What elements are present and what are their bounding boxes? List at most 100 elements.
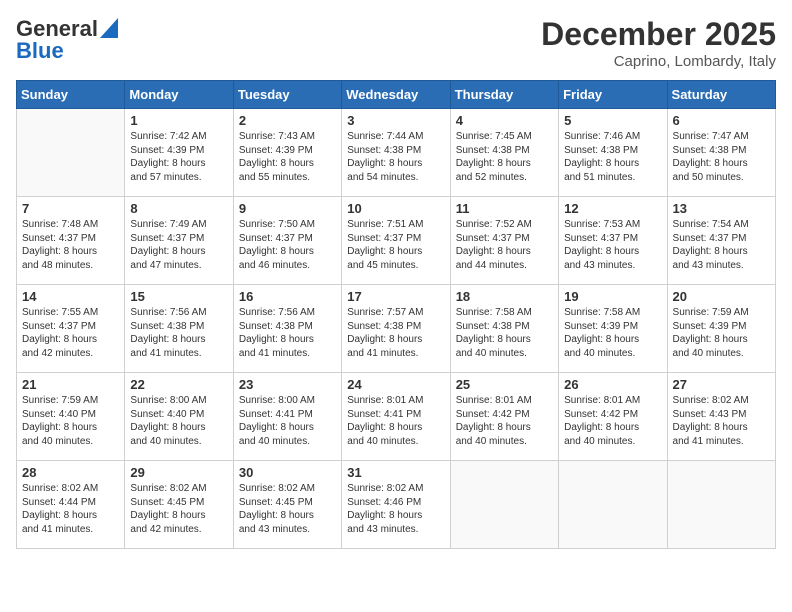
day-info: Sunrise: 7:57 AMSunset: 4:38 PMDaylight:… (347, 306, 444, 360)
page-header: General Blue December 2025 Caprino, Lomb… (16, 16, 776, 70)
calendar-cell: 1 Sunrise: 7:42 AMSunset: 4:39 PMDaylight… (125, 109, 233, 197)
day-info: Sunrise: 7:58 AMSunset: 4:39 PMDaylight:… (564, 306, 661, 360)
day-info: Sunrise: 7:47 AMSunset: 4:38 PMDaylight:… (673, 130, 770, 184)
calendar-cell: 25 Sunrise: 8:01 AMSunset: 4:42 PMDayligh… (450, 373, 558, 461)
calendar-cell: 23 Sunrise: 8:00 AMSunset: 4:41 PMDayligh… (233, 373, 341, 461)
calendar-week-row: 14Sunrise: 7:55 AMSunset: 4:37 PMDayligh… (17, 285, 776, 373)
calendar-header-thursday: Thursday (450, 81, 558, 109)
day-number: 10 (347, 201, 444, 216)
calendar-header-wednesday: Wednesday (342, 81, 450, 109)
calendar-week-row: 7 Sunrise: 7:48 AMSunset: 4:37 PMDaylight… (17, 197, 776, 285)
day-number: 7 (22, 201, 119, 216)
calendar-cell: 5Sunrise: 7:46 AMSunset: 4:38 PMDaylight… (559, 109, 667, 197)
day-number: 15 (130, 289, 227, 304)
day-info: Sunrise: 7:50 AMSunset: 4:37 PMDaylight:… (239, 218, 336, 272)
calendar-cell: 17Sunrise: 7:57 AMSunset: 4:38 PMDayligh… (342, 285, 450, 373)
day-info: Sunrise: 7:54 AMSunset: 4:37 PMDaylight:… (673, 218, 770, 272)
month-title: December 2025 (541, 16, 776, 53)
calendar-cell: 24 Sunrise: 8:01 AMSunset: 4:41 PMDayligh… (342, 373, 450, 461)
calendar-cell: 12 Sunrise: 7:53 AMSunset: 4:37 PMDayligh… (559, 197, 667, 285)
day-info: Sunrise: 7:53 AMSunset: 4:37 PMDaylight:… (564, 218, 661, 272)
day-info: Sunrise: 7:43 AMSunset: 4:39 PMDaylight:… (239, 130, 336, 184)
day-number: 11 (456, 201, 553, 216)
calendar-header-saturday: Saturday (667, 81, 775, 109)
day-number: 12 (564, 201, 661, 216)
day-number: 9 (239, 201, 336, 216)
calendar-cell: 28Sunrise: 8:02 AMSunset: 4:44 PMDayligh… (17, 461, 125, 549)
calendar-cell: 7 Sunrise: 7:48 AMSunset: 4:37 PMDaylight… (17, 197, 125, 285)
day-info: Sunrise: 8:02 AMSunset: 4:45 PMDaylight:… (130, 482, 227, 536)
calendar-cell: 11 Sunrise: 7:52 AMSunset: 4:37 PMDayligh… (450, 197, 558, 285)
day-info: Sunrise: 7:59 AMSunset: 4:39 PMDaylight:… (673, 306, 770, 360)
day-info: Sunrise: 7:49 AMSunset: 4:37 PMDaylight:… (130, 218, 227, 272)
calendar-header-tuesday: Tuesday (233, 81, 341, 109)
calendar-header-monday: Monday (125, 81, 233, 109)
day-info: Sunrise: 8:02 AMSunset: 4:43 PMDaylight:… (673, 394, 770, 448)
calendar-week-row: 28Sunrise: 8:02 AMSunset: 4:44 PMDayligh… (17, 461, 776, 549)
day-info: Sunrise: 7:45 AMSunset: 4:38 PMDaylight:… (456, 130, 553, 184)
day-number: 19 (564, 289, 661, 304)
day-number: 4 (456, 113, 553, 128)
day-info: Sunrise: 7:56 AMSunset: 4:38 PMDaylight:… (239, 306, 336, 360)
calendar-cell (17, 109, 125, 197)
calendar-cell: 9 Sunrise: 7:50 AMSunset: 4:37 PMDaylight… (233, 197, 341, 285)
day-number: 25 (456, 377, 553, 392)
day-number: 28 (22, 465, 119, 480)
day-number: 22 (130, 377, 227, 392)
calendar-week-row: 1 Sunrise: 7:42 AMSunset: 4:39 PMDaylight… (17, 109, 776, 197)
calendar-cell: 29 Sunrise: 8:02 AMSunset: 4:45 PMDayligh… (125, 461, 233, 549)
calendar-header-row: SundayMondayTuesdayWednesdayThursdayFrid… (17, 81, 776, 109)
calendar-header-sunday: Sunday (17, 81, 125, 109)
day-info: Sunrise: 7:58 AMSunset: 4:38 PMDaylight:… (456, 306, 553, 360)
calendar-cell: 8 Sunrise: 7:49 AMSunset: 4:37 PMDaylight… (125, 197, 233, 285)
calendar-cell: 20Sunrise: 7:59 AMSunset: 4:39 PMDayligh… (667, 285, 775, 373)
calendar-cell: 26Sunrise: 8:01 AMSunset: 4:42 PMDayligh… (559, 373, 667, 461)
calendar-cell: 13 Sunrise: 7:54 AMSunset: 4:37 PMDayligh… (667, 197, 775, 285)
day-number: 8 (130, 201, 227, 216)
day-number: 27 (673, 377, 770, 392)
calendar-cell (667, 461, 775, 549)
day-number: 31 (347, 465, 444, 480)
calendar-cell: 19 Sunrise: 7:58 AMSunset: 4:39 PMDayligh… (559, 285, 667, 373)
calendar-cell: 14Sunrise: 7:55 AMSunset: 4:37 PMDayligh… (17, 285, 125, 373)
day-info: Sunrise: 7:59 AMSunset: 4:40 PMDaylight:… (22, 394, 119, 448)
day-info: Sunrise: 7:51 AMSunset: 4:37 PMDaylight:… (347, 218, 444, 272)
day-info: Sunrise: 8:02 AMSunset: 4:45 PMDaylight:… (239, 482, 336, 536)
calendar-cell: 30 Sunrise: 8:02 AMSunset: 4:45 PMDayligh… (233, 461, 341, 549)
day-number: 18 (456, 289, 553, 304)
calendar-cell: 22 Sunrise: 8:00 AMSunset: 4:40 PMDayligh… (125, 373, 233, 461)
day-info: Sunrise: 7:48 AMSunset: 4:37 PMDaylight:… (22, 218, 119, 272)
logo: General Blue (16, 16, 118, 64)
calendar-cell: 10 Sunrise: 7:51 AMSunset: 4:37 PMDayligh… (342, 197, 450, 285)
day-info: Sunrise: 7:44 AMSunset: 4:38 PMDaylight:… (347, 130, 444, 184)
calendar-cell: 4 Sunrise: 7:45 AMSunset: 4:38 PMDaylight… (450, 109, 558, 197)
day-info: Sunrise: 7:46 AMSunset: 4:38 PMDaylight:… (564, 130, 661, 184)
day-info: Sunrise: 8:00 AMSunset: 4:40 PMDaylight:… (130, 394, 227, 448)
calendar-table: SundayMondayTuesdayWednesdayThursdayFrid… (16, 80, 776, 549)
calendar-cell (450, 461, 558, 549)
calendar-cell: 15Sunrise: 7:56 AMSunset: 4:38 PMDayligh… (125, 285, 233, 373)
calendar-week-row: 21 Sunrise: 7:59 AMSunset: 4:40 PMDayligh… (17, 373, 776, 461)
day-number: 13 (673, 201, 770, 216)
day-info: Sunrise: 7:42 AMSunset: 4:39 PMDaylight:… (130, 130, 227, 184)
day-number: 24 (347, 377, 444, 392)
calendar-cell: 31 Sunrise: 8:02 AMSunset: 4:46 PMDayligh… (342, 461, 450, 549)
day-info: Sunrise: 8:02 AMSunset: 4:46 PMDaylight:… (347, 482, 444, 536)
day-number: 16 (239, 289, 336, 304)
day-info: Sunrise: 8:01 AMSunset: 4:41 PMDaylight:… (347, 394, 444, 448)
logo-triangle-icon (100, 18, 118, 38)
logo-blue: Blue (16, 38, 118, 63)
day-number: 21 (22, 377, 119, 392)
page-container: General Blue December 2025 Caprino, Lomb… (0, 0, 792, 565)
day-info: Sunrise: 8:01 AMSunset: 4:42 PMDaylight:… (456, 394, 553, 448)
day-number: 23 (239, 377, 336, 392)
day-info: Sunrise: 8:00 AMSunset: 4:41 PMDaylight:… (239, 394, 336, 448)
calendar-cell: 21 Sunrise: 7:59 AMSunset: 4:40 PMDayligh… (17, 373, 125, 461)
day-number: 29 (130, 465, 227, 480)
day-info: Sunrise: 7:52 AMSunset: 4:37 PMDaylight:… (456, 218, 553, 272)
calendar-cell (559, 461, 667, 549)
title-section: December 2025 Caprino, Lombardy, Italy (541, 16, 776, 70)
day-number: 30 (239, 465, 336, 480)
day-number: 1 (130, 113, 227, 128)
day-number: 14 (22, 289, 119, 304)
